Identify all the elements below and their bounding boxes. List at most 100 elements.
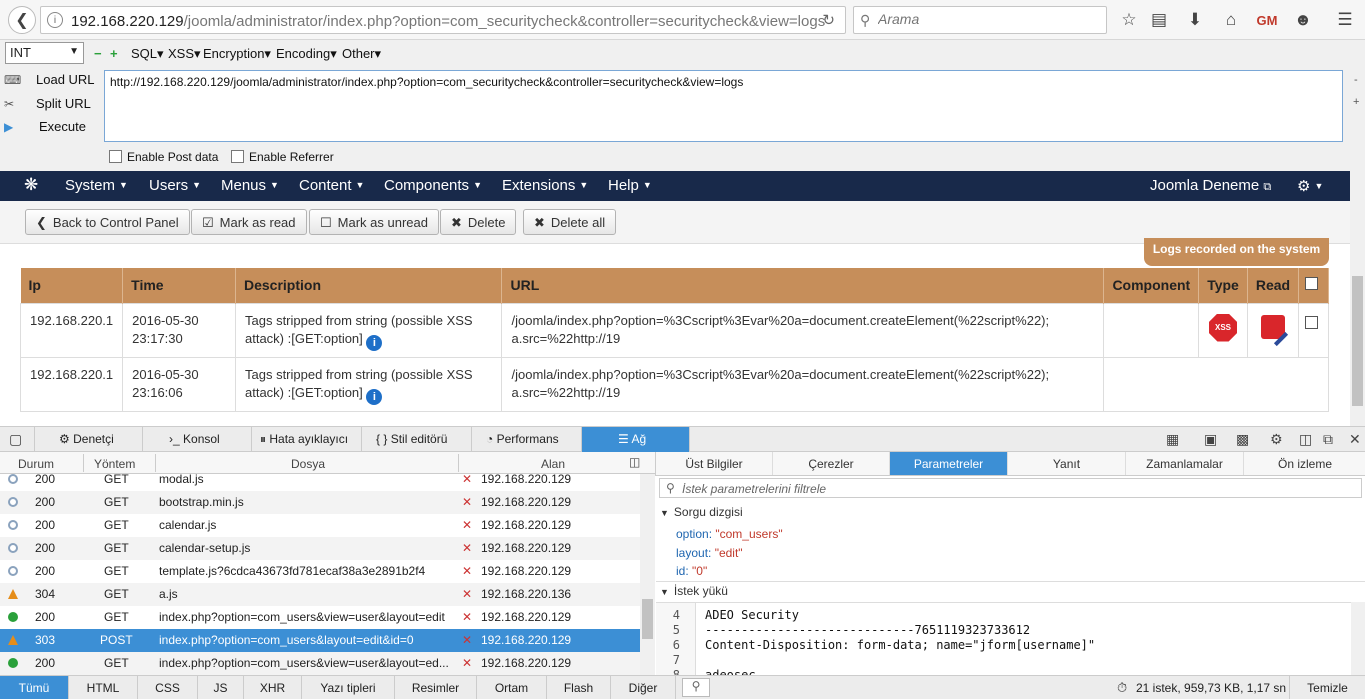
search-box[interactable]: ⚲ bbox=[853, 6, 1107, 34]
download-icon[interactable]: ⬇ bbox=[1184, 9, 1206, 31]
menu-users[interactable]: Users ▼ bbox=[149, 177, 201, 194]
request-row[interactable]: 200 GET bootstrap.min.js ✕ 192.168.220.129 bbox=[0, 491, 640, 514]
payload-code-view[interactable]: 4 5 6 7 8 ADEO Security ----------------… bbox=[656, 602, 1351, 675]
select-all-checkbox[interactable] bbox=[1298, 268, 1329, 303]
smiley-icon[interactable]: ☻ bbox=[1292, 9, 1314, 31]
toggle-sidebar-icon[interactable]: ◫ bbox=[629, 455, 640, 469]
request-row[interactable]: 200 GET template.js?6cdca43673fd781ecaf38a… bbox=[0, 560, 640, 583]
request-row[interactable]: 200 GET index.php?option=com_users&view=us… bbox=[0, 606, 640, 629]
menu-components[interactable]: Components ▼ bbox=[384, 177, 482, 194]
plus-small-icon[interactable]: + bbox=[1353, 96, 1359, 108]
request-payload-section[interactable]: ▼ İstek yükü bbox=[660, 584, 728, 598]
row-checkbox[interactable] bbox=[1298, 302, 1329, 358]
request-row[interactable]: 200 GET modal.js ✕ 192.168.220.129 bbox=[0, 474, 640, 491]
tab-network[interactable]: ☰ Ağ bbox=[582, 427, 690, 452]
hamburger-menu-icon[interactable]: ☰ bbox=[1334, 9, 1356, 31]
filter-flash[interactable]: Flash bbox=[547, 676, 611, 699]
mark-as-unread-button[interactable]: ☐ Mark as unread bbox=[309, 209, 439, 235]
extension-gm-icon[interactable]: GM bbox=[1256, 9, 1278, 31]
page-scrollbar[interactable] bbox=[1350, 171, 1365, 426]
address-bar[interactable]: i 192.168.220.129/joomla/administrator/i… bbox=[40, 6, 846, 34]
dock-side-icon[interactable]: ◫ bbox=[1299, 431, 1312, 448]
hackbar-url-textarea[interactable]: http://192.168.220.129/joomla/administra… bbox=[104, 70, 1343, 142]
tab-performance[interactable]: ◔ Performans bbox=[472, 427, 582, 452]
type-select[interactable]: INT ▼ bbox=[5, 42, 84, 64]
tab-console[interactable]: ›_ Konsol bbox=[143, 427, 252, 452]
execute-button[interactable]: ▶ Execute bbox=[4, 119, 86, 134]
filter-other[interactable]: Diğer bbox=[611, 676, 676, 699]
enable-referrer-checkbox[interactable]: Enable Referrer bbox=[231, 150, 334, 164]
filter-all[interactable]: Tümü bbox=[0, 676, 69, 699]
col-method[interactable]: Yöntem bbox=[94, 457, 135, 471]
filter-xhr[interactable]: XHR bbox=[244, 676, 302, 699]
tab-params[interactable]: Parametreler bbox=[890, 452, 1008, 475]
col-ip[interactable]: Ip bbox=[20, 268, 124, 303]
col-url[interactable]: URL bbox=[501, 268, 1105, 303]
load-url-button[interactable]: ⌨ Load URL bbox=[4, 72, 95, 87]
plus-icon[interactable]: + bbox=[110, 46, 118, 61]
frame-icon[interactable]: ▩ bbox=[1236, 431, 1249, 448]
tab-cookies[interactable]: Çerezler bbox=[773, 452, 890, 475]
info-icon[interactable]: i bbox=[366, 388, 383, 405]
menu-extensions[interactable]: Extensions ▼ bbox=[502, 177, 588, 194]
reload-icon[interactable]: ↻ bbox=[822, 11, 835, 29]
responsive-icon[interactable]: ▦ bbox=[1166, 431, 1179, 448]
request-list-scrollbar[interactable] bbox=[640, 474, 655, 675]
minus-small-icon[interactable]: - bbox=[1354, 74, 1358, 86]
mark-as-read-button[interactable]: ☑ Mark as read bbox=[191, 209, 307, 235]
info-icon[interactable]: i bbox=[366, 334, 383, 351]
settings-gear-icon[interactable]: ⚙ ▼ bbox=[1297, 177, 1323, 195]
menu-other[interactable]: Other▾ bbox=[342, 46, 381, 62]
clear-button[interactable]: Temizle bbox=[1289, 676, 1365, 699]
menu-help[interactable]: Help ▼ bbox=[608, 177, 652, 194]
back-to-control-panel-button[interactable]: ❮ Back to Control Panel bbox=[25, 209, 190, 235]
menu-encoding[interactable]: Encoding▾ bbox=[276, 46, 337, 62]
unread-edit-icon[interactable] bbox=[1260, 314, 1285, 339]
menu-sql[interactable]: SQL▾ bbox=[131, 46, 164, 62]
col-domain[interactable]: Alan bbox=[541, 457, 565, 471]
close-icon[interactable]: ✕ bbox=[1349, 431, 1361, 448]
split-url-button[interactable]: ✂ Split URL bbox=[4, 96, 91, 111]
col-description[interactable]: Description bbox=[235, 268, 503, 303]
filter-html[interactable]: HTML bbox=[69, 676, 138, 699]
col-component[interactable]: Component bbox=[1103, 268, 1200, 303]
enable-post-checkbox[interactable]: Enable Post data bbox=[109, 150, 218, 164]
delete-all-button[interactable]: ✖ Delete all bbox=[523, 209, 617, 235]
info-icon[interactable]: i bbox=[47, 12, 63, 28]
tab-preview[interactable]: Ön izleme bbox=[1244, 452, 1365, 475]
code-scrollbar[interactable] bbox=[1351, 602, 1365, 675]
star-icon[interactable]: ☆ bbox=[1118, 9, 1140, 31]
params-filter-input[interactable]: ⚲ İstek parametrelerini filtrele bbox=[659, 478, 1362, 498]
tab-inspector[interactable]: ⚙ Denetçi bbox=[34, 427, 143, 452]
request-row[interactable]: 200 GET calendar-setup.js ✕ 192.168.220.129 bbox=[0, 537, 640, 560]
query-string-section[interactable]: ▼ Sorgu dizgisi bbox=[660, 505, 743, 519]
filter-css[interactable]: CSS bbox=[138, 676, 198, 699]
joomla-logo-icon[interactable]: ❋ bbox=[24, 175, 38, 195]
request-row[interactable]: 304 GET a.js ✕ 192.168.220.136 bbox=[0, 583, 640, 606]
tab-style-editor[interactable]: { } Stil editörü bbox=[362, 427, 472, 452]
filter-js[interactable]: JS bbox=[198, 676, 244, 699]
back-arrow-icon[interactable]: ❮ bbox=[8, 6, 36, 34]
col-status[interactable]: Durum bbox=[18, 457, 54, 471]
undock-icon[interactable]: ⧉ bbox=[1323, 431, 1333, 448]
tab-timings[interactable]: Zamanlamalar bbox=[1126, 452, 1244, 475]
request-row-selected[interactable]: 303 POST index.php?option=com_users&layout… bbox=[0, 629, 640, 652]
minus-icon[interactable]: − bbox=[94, 46, 102, 61]
tab-response[interactable]: Yanıt bbox=[1008, 452, 1126, 475]
tab-debugger[interactable]: ⏸ Hata ayıklayıcı bbox=[252, 427, 362, 452]
screenshot-icon[interactable]: ▣ bbox=[1204, 431, 1217, 448]
col-file[interactable]: Dosya bbox=[291, 457, 325, 471]
filter-images[interactable]: Resimler bbox=[395, 676, 477, 699]
home-icon[interactable]: ⌂ bbox=[1220, 9, 1242, 31]
menu-system[interactable]: System ▼ bbox=[65, 177, 128, 194]
col-time[interactable]: Time bbox=[122, 268, 236, 303]
reader-list-icon[interactable]: ▤ bbox=[1148, 9, 1170, 31]
request-row[interactable]: 200 GET calendar.js ✕ 192.168.220.129 bbox=[0, 514, 640, 537]
site-name-link[interactable]: Joomla Deneme ⧉ bbox=[1150, 177, 1271, 194]
filter-media[interactable]: Ortam bbox=[477, 676, 547, 699]
col-read[interactable]: Read bbox=[1247, 268, 1300, 303]
menu-xss[interactable]: XSS▾ bbox=[168, 46, 201, 62]
filter-fonts[interactable]: Yazı tipleri bbox=[302, 676, 395, 699]
col-type[interactable]: Type bbox=[1198, 268, 1248, 303]
search-input[interactable] bbox=[878, 11, 1098, 27]
